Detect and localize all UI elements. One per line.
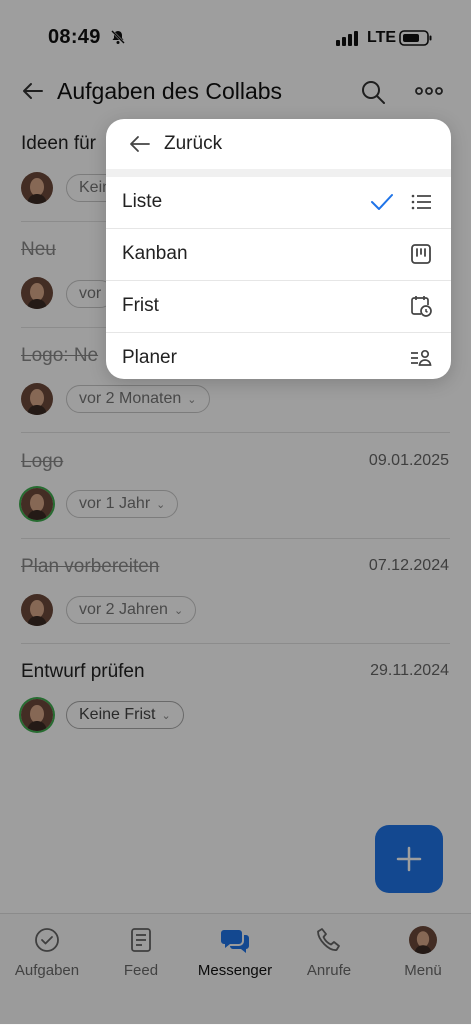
back-arrow-icon [130,136,150,152]
view-mode-menu: Zurück Liste Kanban Frist Planer [106,119,451,379]
menu-item-kanban[interactable]: Kanban [106,229,451,280]
calendar-clock-icon [411,296,432,317]
menu-separator [106,169,451,177]
checkmark-icon [371,194,393,210]
kanban-icon [411,244,431,264]
menu-item-liste[interactable]: Liste [106,177,451,228]
menu-item-label: Kanban [122,243,188,264]
planner-icon [411,349,432,366]
menu-item-frist[interactable]: Frist [106,281,451,332]
menu-back-label: Zurück [164,133,223,154]
list-icon [411,194,431,210]
menu-item-label: Liste [122,191,163,212]
menu-item-label: Planer [122,347,177,368]
menu-item-label: Frist [122,295,159,316]
menu-back-button[interactable]: Zurück [106,119,451,169]
menu-item-planer[interactable]: Planer [106,333,451,379]
